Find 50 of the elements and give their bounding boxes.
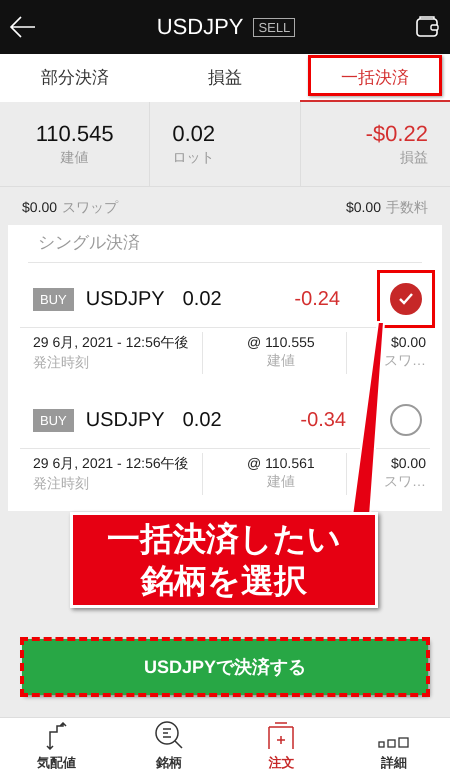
nav-tab[interactable]: 銘柄 <box>112 718 225 778</box>
squares-icon <box>378 736 410 750</box>
entry-price-label: 建値 <box>266 352 295 370</box>
tab[interactable]: 部分決済 <box>0 54 150 102</box>
side-badge: BUY <box>33 288 74 310</box>
tab[interactable]: 損益 <box>150 54 300 102</box>
summary-value: 110.545 <box>36 121 114 147</box>
summary-label: 建値 <box>60 149 89 167</box>
order-time-value: 29 6月, 2021 - 12:56午後 <box>33 455 190 473</box>
order-icon <box>267 722 296 750</box>
entry-price-value: @ 110.555 <box>247 334 315 350</box>
callout-text: 銘柄を選択 <box>141 561 307 601</box>
search-icon <box>154 720 184 750</box>
fee-value: $0.00 <box>22 199 58 215</box>
summary-value: 0.02 <box>172 121 216 147</box>
callout-text: 一括決済したい <box>107 519 341 559</box>
window-title: USDJPY <box>156 14 244 40</box>
side-badge: SELL <box>253 18 296 36</box>
nav-tab[interactable]: 注文 <box>225 718 338 778</box>
summary-label: ロット <box>172 149 216 167</box>
order-time-value: 29 6月, 2021 - 12:56午後 <box>33 334 190 352</box>
summary-value: -$0.22 <box>366 121 428 147</box>
select-checkbox[interactable] <box>390 283 422 315</box>
side-badge: BUY <box>33 408 74 432</box>
nav-tab[interactable]: 気配値 <box>0 718 112 778</box>
pnl-text: -0.24 <box>294 288 340 310</box>
entry-price-value: @ 110.561 <box>247 455 315 471</box>
entry-price-label: 建値 <box>266 473 295 491</box>
fee-label: 手数料 <box>386 199 428 215</box>
symbol-text: USDJPY <box>86 288 165 310</box>
swap-value: $0.00 <box>390 334 426 350</box>
symbol-text: USDJPY <box>86 408 165 432</box>
order-time-label: 発注時刻 <box>33 475 90 493</box>
check-icon <box>398 292 414 306</box>
swap-label: スワ… <box>384 352 426 370</box>
swap-value: $0.00 <box>390 455 426 471</box>
swap-label: スワ… <box>384 473 426 491</box>
pnl-text: -0.34 <box>300 408 346 432</box>
tab[interactable]: 一括決済 <box>300 54 450 102</box>
fee-label: スワップ <box>62 199 118 215</box>
select-checkbox[interactable] <box>390 404 422 436</box>
lot-text: 0.02 <box>182 408 222 432</box>
back-icon[interactable] <box>10 16 36 38</box>
wallet-icon[interactable] <box>416 16 440 38</box>
section-title: シングル決済 <box>28 225 422 263</box>
nav-tab[interactable]: 詳細 <box>338 718 450 778</box>
lot-text: 0.02 <box>182 288 222 310</box>
summary-label: 損益 <box>400 149 428 167</box>
fee-value: $0.00 <box>346 199 381 215</box>
order-time-label: 発注時刻 <box>33 354 90 372</box>
